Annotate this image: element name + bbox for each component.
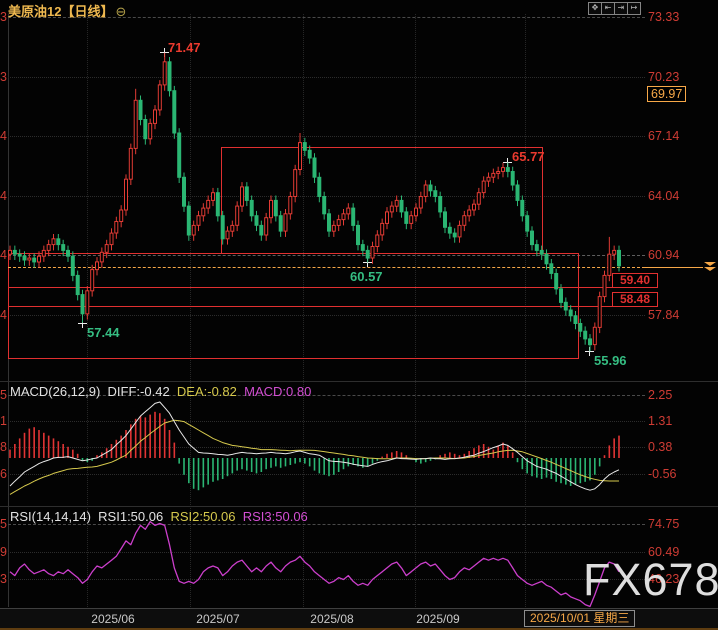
trading-chart-window: 59.40 58.48 69.97 美原油12【日线】⊖ ✥ ⇤ ⇥ ↦ 73.…	[0, 0, 718, 630]
fx678-watermark: FX678	[583, 554, 718, 606]
chart-canvas[interactable]	[0, 0, 718, 630]
